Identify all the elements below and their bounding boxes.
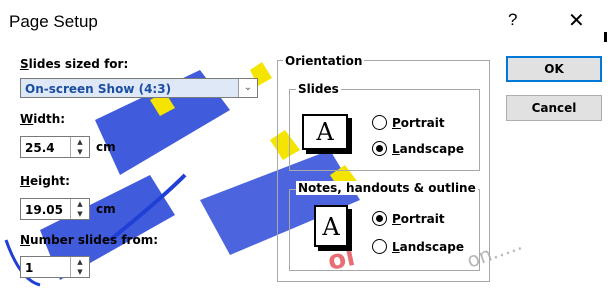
window-edge [604,32,607,42]
width-unit: cm [96,140,116,154]
slides-sized-for-value: On-screen Show (4:3) [25,82,172,96]
cancel-button[interactable]: Cancel [506,95,602,121]
spin-down-icon[interactable]: ▼ [71,147,89,157]
spin-up-icon[interactable]: ▲ [71,137,89,147]
orientation-title: Orientation [283,54,365,68]
width-spin-buttons: ▲ ▼ [70,137,89,157]
slides-orientation-title: Slides [296,82,341,96]
number-slides-from-label: Number slides from: [20,233,159,247]
notes-landscape-radio[interactable] [372,239,387,254]
number-slides-from-spinner[interactable]: 1 ▲ ▼ [20,256,90,278]
height-input[interactable]: 19.05 [25,203,63,217]
page-setup-dialog: Page Setup ? ✕ Slides sized for: On-scre… [0,0,613,290]
spin-up-icon[interactable]: ▲ [71,199,89,209]
dialog-title: Page Setup [9,12,98,31]
slides-portrait-label[interactable]: Portrait [392,116,445,130]
width-label: Width: [20,112,66,126]
notes-orientation-title: Notes, handouts & outline [296,181,478,195]
landscape-page-icon: A [302,114,348,150]
width-spinner[interactable]: 25.4 ▲ ▼ [20,136,90,158]
spin-down-icon[interactable]: ▼ [71,209,89,219]
spin-up-icon[interactable]: ▲ [71,257,89,267]
help-button[interactable]: ? [508,10,517,30]
notes-portrait-label[interactable]: Portrait [392,212,445,226]
spin-down-icon[interactable]: ▼ [71,267,89,277]
number-slides-from-input[interactable]: 1 [25,261,33,275]
notes-portrait-radio[interactable] [372,211,387,226]
chevron-down-icon[interactable]: ⌄ [238,79,257,97]
height-unit: cm [96,202,116,216]
slides-sized-for-label: Slides sized for: [20,57,129,71]
slides-landscape-radio[interactable] [372,141,387,156]
height-label: Height: [20,174,70,188]
ok-button[interactable]: OK [506,56,602,82]
portrait-page-icon: A [314,205,348,247]
slides-portrait-radio[interactable] [372,115,387,130]
height-spinner[interactable]: 19.05 ▲ ▼ [20,198,90,220]
number-slides-spin-buttons: ▲ ▼ [70,257,89,277]
slides-landscape-label[interactable]: Landscape [392,142,464,156]
height-spin-buttons: ▲ ▼ [70,199,89,219]
close-button[interactable]: ✕ [568,8,585,33]
notes-landscape-label[interactable]: Landscape [392,240,464,254]
width-input[interactable]: 25.4 [25,141,55,155]
slides-sized-for-dropdown[interactable]: On-screen Show (4:3) ⌄ [20,78,258,98]
